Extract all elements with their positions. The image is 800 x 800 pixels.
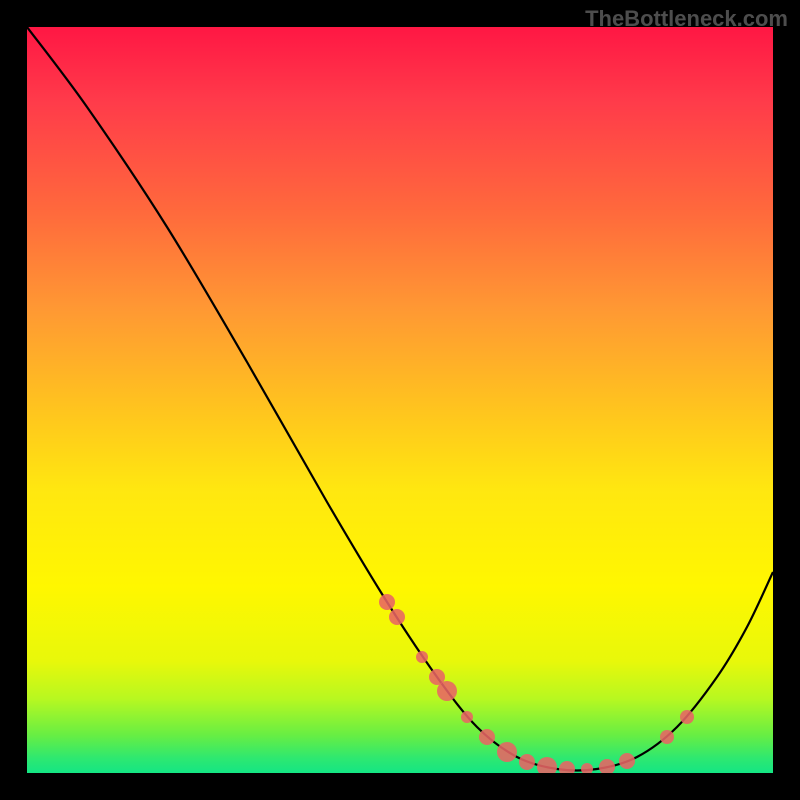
chart-plot-area [27, 27, 773, 773]
data-marker [416, 651, 428, 663]
data-marker [680, 710, 694, 724]
data-marker [660, 730, 674, 744]
data-marker [461, 711, 473, 723]
data-marker [559, 761, 575, 773]
marker-group [379, 594, 694, 773]
watermark-text: TheBottleneck.com [585, 6, 788, 32]
data-marker [497, 742, 517, 762]
curve-svg [27, 27, 773, 773]
data-marker [619, 753, 635, 769]
data-marker [379, 594, 395, 610]
data-marker [519, 754, 535, 770]
bottleneck-curve [27, 27, 773, 770]
data-marker [437, 681, 457, 701]
data-marker [537, 757, 557, 773]
data-marker [599, 759, 615, 773]
data-marker [581, 763, 593, 773]
data-marker [389, 609, 405, 625]
data-marker [479, 729, 495, 745]
